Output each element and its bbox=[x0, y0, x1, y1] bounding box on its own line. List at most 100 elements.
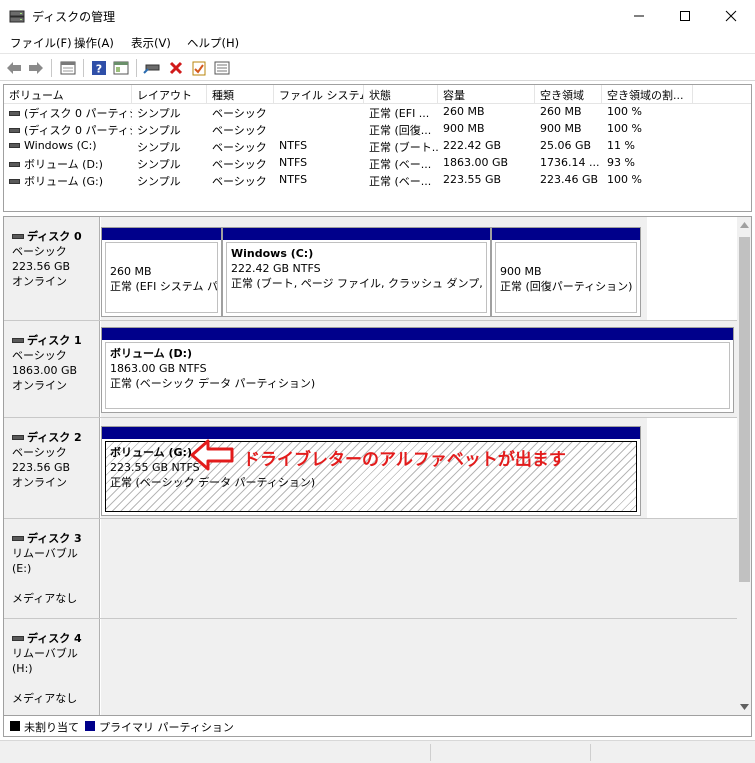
disk-kind: リムーバブル (H:) bbox=[12, 647, 78, 675]
delete-button[interactable] bbox=[166, 58, 186, 78]
partition-size: 1863.00 GB NTFS bbox=[110, 362, 207, 375]
disk-label[interactable]: ディスク 4 リムーバブル (H:) メディアなし bbox=[4, 619, 100, 715]
svg-text:?: ? bbox=[96, 63, 102, 76]
partition-efi[interactable]: 260 MB 正常 (EFI システム パー bbox=[101, 227, 222, 317]
disk-row-4[interactable]: ディスク 4 リムーバブル (H:) メディアなし bbox=[4, 619, 737, 715]
capacity-cell: 260 MB bbox=[443, 105, 485, 118]
back-button[interactable] bbox=[4, 58, 24, 78]
checklist-button[interactable] bbox=[189, 58, 209, 78]
disk-title: ディスク 4 bbox=[27, 632, 82, 645]
layout-cell: シンプル bbox=[137, 141, 181, 154]
partition-volume-d[interactable]: ボリューム (D:) 1863.00 GB NTFS 正常 (ベーシック データ… bbox=[101, 327, 734, 413]
vertical-scrollbar[interactable] bbox=[737, 217, 751, 715]
minimize-button[interactable] bbox=[616, 0, 662, 32]
free-cell: 900 MB bbox=[540, 122, 582, 135]
disk-label[interactable]: ディスク 0 ベーシック 223.56 GB オンライン bbox=[4, 217, 100, 320]
free-percent-cell: 100 % bbox=[607, 105, 642, 118]
minimize-icon bbox=[634, 15, 644, 17]
status-cell: 正常 (EFI ... bbox=[369, 107, 430, 120]
menu-bar: ファイル(F) 操作(A) 表示(V) ヘルプ(H) bbox=[0, 32, 755, 52]
disk-row-3[interactable]: ディスク 3 リムーバブル (E:) メディアなし bbox=[4, 519, 737, 618]
volume-icon bbox=[9, 142, 20, 148]
table-row[interactable]: ボリューム (G:) シンプル ベーシック NTFS 正常 (ベー... 223… bbox=[4, 172, 751, 189]
disk-label[interactable]: ディスク 3 リムーバブル (E:) メディアなし bbox=[4, 519, 100, 618]
type-cell: ベーシック bbox=[212, 158, 267, 171]
col-volume[interactable]: ボリューム bbox=[4, 85, 132, 103]
legend: 未割り当て プライマリ パーティション bbox=[3, 716, 752, 737]
disk-title: ディスク 1 bbox=[27, 334, 82, 347]
close-button[interactable] bbox=[708, 0, 754, 32]
disk-row-1[interactable]: ディスク 1 ベーシック 1863.00 GB オンライン ボリューム (D:)… bbox=[4, 321, 737, 417]
col-layout[interactable]: レイアウト bbox=[132, 85, 207, 103]
volume-name: (ディスク 0 パーティシ... bbox=[24, 124, 132, 137]
partition-bar bbox=[102, 328, 733, 340]
capacity-cell: 222.42 GB bbox=[443, 139, 502, 152]
table-row[interactable]: (ディスク 0 パーティシ... シンプル ベーシック 正常 (EFI ... … bbox=[4, 104, 751, 121]
type-cell: ベーシック bbox=[212, 107, 267, 120]
table-row[interactable]: (ディスク 0 パーティシ... シンプル ベーシック 正常 (回復... 90… bbox=[4, 121, 751, 138]
menu-view[interactable]: 表示(V) bbox=[131, 35, 171, 51]
maximize-button[interactable] bbox=[662, 0, 708, 32]
menu-action[interactable]: 操作(A) bbox=[74, 35, 114, 51]
partition-size: 900 MB bbox=[500, 265, 542, 278]
volume-name: (ディスク 0 パーティシ... bbox=[24, 107, 132, 120]
type-cell: ベーシック bbox=[212, 175, 267, 188]
disk-kind: ベーシック bbox=[12, 446, 67, 459]
free-percent-cell: 93 % bbox=[607, 156, 635, 169]
volume-icon bbox=[9, 110, 20, 116]
disk-row-0[interactable]: ディスク 0 ベーシック 223.56 GB オンライン 260 MB 正常 (… bbox=[4, 217, 737, 320]
menu-file[interactable]: ファイル(F) bbox=[10, 35, 72, 51]
disk-size: 223.56 GB bbox=[12, 260, 71, 273]
forward-button[interactable] bbox=[26, 58, 46, 78]
layout-cell: シンプル bbox=[137, 175, 181, 188]
disk-kind: ベーシック bbox=[12, 349, 67, 362]
title-bar: ディスクの管理 bbox=[0, 0, 755, 32]
disk-label[interactable]: ディスク 2 ベーシック 223.56 GB オンライン bbox=[4, 418, 100, 518]
partition-volume-g[interactable]: ボリューム (G:) 223.55 GB NTFS 正常 (ベーシック データ … bbox=[101, 426, 641, 516]
partition-status: 正常 (ベーシック データ パーティション) bbox=[110, 377, 316, 390]
table-row[interactable]: ボリューム (D:) シンプル ベーシック NTFS 正常 (ベー... 186… bbox=[4, 155, 751, 172]
volume-list: ボリューム レイアウト 種類 ファイル システム 状態 容量 空き領域 空き領域… bbox=[3, 84, 752, 212]
partition-windows-c[interactable]: Windows (C:) 222.42 GB NTFS 正常 (ブート, ページ… bbox=[222, 227, 491, 317]
col-type[interactable]: 種類 bbox=[207, 85, 274, 103]
volume-icon bbox=[9, 127, 20, 133]
disk-state: オンライン bbox=[12, 379, 67, 392]
status-cell: 正常 (回復... bbox=[369, 124, 432, 137]
connect-button[interactable] bbox=[142, 58, 162, 78]
table-row[interactable]: Windows (C:) シンプル ベーシック NTFS 正常 (ブート... … bbox=[4, 138, 751, 155]
scroll-down-icon[interactable] bbox=[740, 704, 749, 710]
properties-button[interactable] bbox=[58, 58, 78, 78]
list-button[interactable] bbox=[212, 58, 232, 78]
partition-status: 正常 (回復パーティション) bbox=[500, 280, 633, 293]
back-icon bbox=[7, 62, 21, 74]
scroll-up-icon[interactable] bbox=[740, 222, 749, 228]
col-filesystem[interactable]: ファイル システム bbox=[274, 85, 364, 103]
console-button[interactable] bbox=[111, 58, 131, 78]
window-title: ディスクの管理 bbox=[32, 10, 116, 24]
fs-cell: NTFS bbox=[279, 139, 308, 152]
list-icon bbox=[214, 61, 230, 75]
menu-help[interactable]: ヘルプ(H) bbox=[187, 35, 239, 51]
col-capacity[interactable]: 容量 bbox=[438, 85, 535, 103]
volume-list-header: ボリューム レイアウト 種類 ファイル システム 状態 容量 空き領域 空き領域… bbox=[4, 85, 751, 104]
status-cell: 正常 (ブート... bbox=[369, 141, 438, 154]
help-button[interactable]: ? bbox=[89, 58, 109, 78]
partition-status: 正常 (ベーシック データ パーティション) bbox=[110, 476, 316, 489]
partition-recovery[interactable]: 900 MB 正常 (回復パーティション) bbox=[491, 227, 641, 317]
col-free[interactable]: 空き領域 bbox=[535, 85, 602, 103]
maximize-icon bbox=[680, 11, 690, 21]
disk-title: ディスク 0 bbox=[27, 230, 82, 243]
connect-icon bbox=[143, 64, 160, 74]
free-cell: 25.06 GB bbox=[540, 139, 592, 152]
properties-icon bbox=[60, 61, 76, 75]
capacity-cell: 900 MB bbox=[443, 122, 485, 135]
scrollbar-thumb[interactable] bbox=[739, 237, 750, 582]
fs-cell: NTFS bbox=[279, 156, 308, 169]
disk-label[interactable]: ディスク 1 ベーシック 1863.00 GB オンライン bbox=[4, 321, 100, 417]
type-cell: ベーシック bbox=[212, 124, 267, 137]
col-free-percent[interactable]: 空き領域の割... bbox=[602, 85, 693, 103]
col-status[interactable]: 状態 bbox=[364, 85, 438, 103]
legend-swatch-primary bbox=[85, 721, 95, 731]
volume-icon bbox=[9, 178, 20, 184]
disk-state: オンライン bbox=[12, 476, 67, 489]
